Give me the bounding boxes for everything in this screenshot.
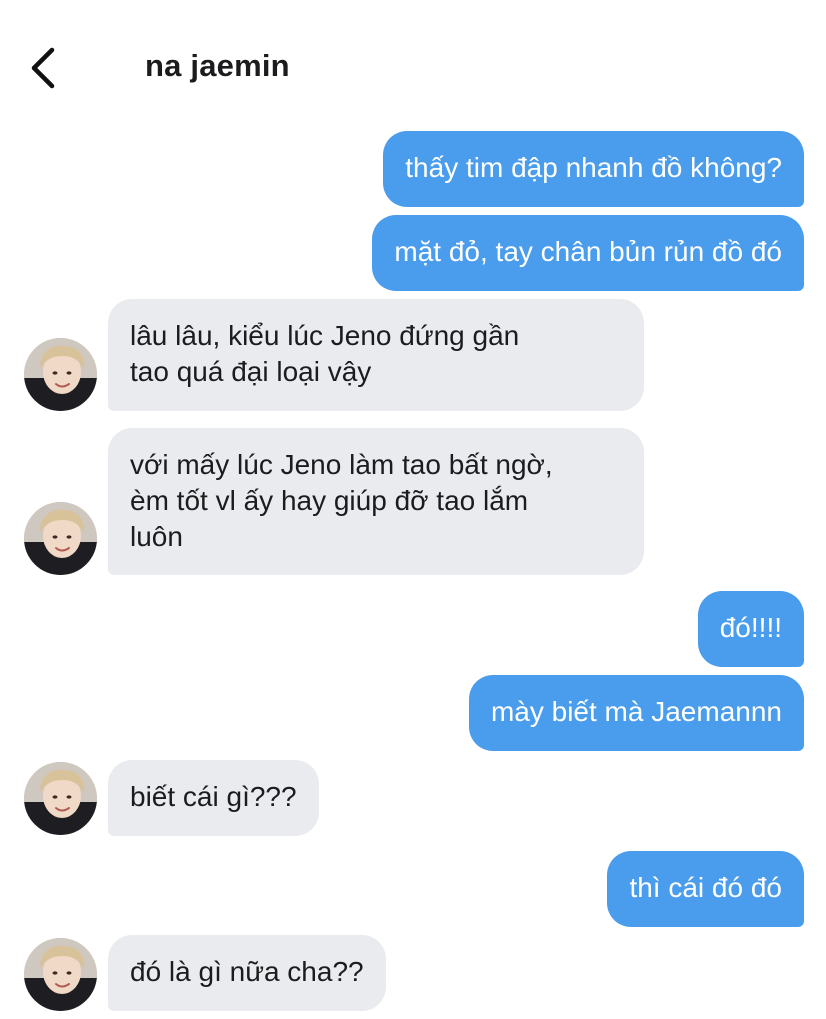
message-text-line: biết cái gì??? <box>130 781 297 812</box>
chat-header: na jaemin <box>0 0 826 120</box>
outgoing-message[interactable]: đó!!!! <box>697 591 804 667</box>
chevron-left-icon <box>31 47 55 89</box>
message-text-line: với mấy lúc Jeno làm tao bất ngờ, <box>130 449 553 480</box>
outgoing-message[interactable]: mày biết mà Jaemannn <box>468 675 804 751</box>
message-text: đó!!!! <box>719 612 782 643</box>
message-text-line: đó là gì nữa cha?? <box>130 956 364 987</box>
incoming-message[interactable]: đó là gì nữa cha?? <box>108 935 386 1011</box>
contact-name[interactable]: na jaemin <box>145 48 290 84</box>
contact-avatar[interactable] <box>24 338 97 411</box>
message-text-line: luôn <box>130 521 183 552</box>
message-text: mày biết mà Jaemannn <box>490 696 782 727</box>
contact-avatar[interactable] <box>24 502 97 575</box>
message-text: mặt đỏ, tay chân bủn rủn đồ đó <box>394 236 782 267</box>
contact-avatar[interactable] <box>24 938 97 1011</box>
message-text: thì cái đó đó <box>629 872 782 903</box>
incoming-message[interactable]: lâu lâu, kiểu lúc Jeno đứng gần tao quá … <box>108 299 644 411</box>
outgoing-message[interactable]: thấy tim đập nhanh đồ không? <box>383 131 804 207</box>
message-text-line: lâu lâu, kiểu lúc Jeno đứng gần <box>130 320 520 351</box>
incoming-message[interactable]: biết cái gì??? <box>108 760 319 836</box>
avatar-image <box>24 338 97 411</box>
incoming-message[interactable]: với mấy lúc Jeno làm tao bất ngờ, èm tốt… <box>108 428 644 575</box>
message-text-line: tao quá đại loại vậy <box>130 356 372 387</box>
outgoing-message[interactable]: thì cái đó đó <box>607 851 804 927</box>
contact-avatar[interactable] <box>24 762 97 835</box>
avatar-image <box>24 502 97 575</box>
avatar-image <box>24 762 97 835</box>
outgoing-message[interactable]: mặt đỏ, tay chân bủn rủn đồ đó <box>372 215 804 291</box>
message-text: thấy tim đập nhanh đồ không? <box>405 152 782 183</box>
back-button[interactable] <box>22 40 66 96</box>
avatar-image <box>24 938 97 1011</box>
message-text-line: èm tốt vl ấy hay giúp đỡ tao lắm <box>130 485 529 516</box>
